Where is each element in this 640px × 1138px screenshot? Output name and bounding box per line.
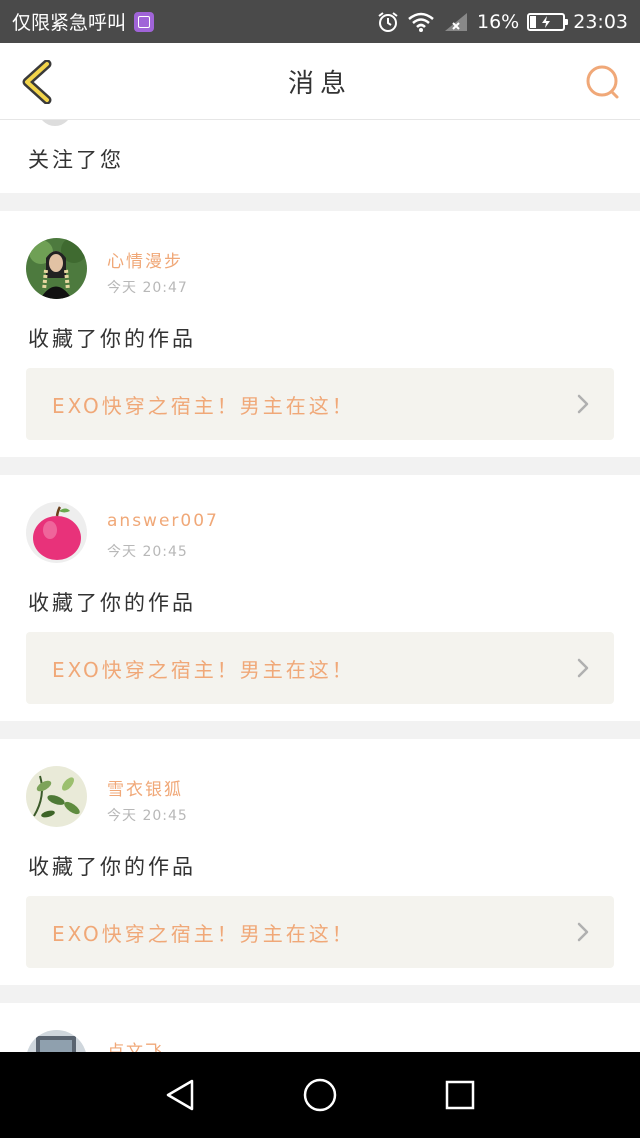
avatar[interactable]	[26, 502, 87, 563]
circle-home-icon	[303, 1078, 337, 1112]
battery-icon	[527, 12, 569, 31]
status-right: 16% 23:03	[377, 11, 628, 33]
message-action: 收藏了你的作品	[28, 327, 196, 351]
status-left: 仅限紧急呼叫	[12, 8, 155, 35]
work-title: EXO快穿之宿主！男主在这！	[52, 393, 355, 418]
message-action: 收藏了你的作品	[28, 855, 196, 879]
message-action: 收藏了你的作品	[28, 591, 196, 615]
nav-home-button[interactable]	[290, 1065, 350, 1125]
chevron-right-icon	[577, 394, 589, 414]
nav-back-button[interactable]	[150, 1065, 210, 1125]
chevron-right-icon	[577, 922, 589, 942]
timestamp: 今天 20:47	[107, 280, 188, 296]
message-card-partial-bottom[interactable]: 卢文飞	[0, 1003, 640, 1052]
clock: 23:03	[573, 10, 628, 33]
triangle-back-icon	[166, 1079, 194, 1111]
navigation-bar	[0, 1052, 640, 1138]
divider	[0, 985, 640, 1003]
divider	[0, 193, 640, 211]
search-button[interactable]	[580, 59, 626, 105]
gallery-notification-icon	[134, 11, 155, 32]
avatar	[38, 120, 72, 126]
avatar[interactable]	[26, 238, 87, 299]
username[interactable]: 卢文飞	[107, 1037, 164, 1052]
timestamp: 今天 20:45	[107, 808, 188, 824]
work-title: EXO快穿之宿主！男主在这！	[52, 921, 355, 946]
wifi-icon	[407, 11, 435, 33]
message-card[interactable]: 心情漫步 今天 20:47 收藏了你的作品 EXO快穿之宿主！男主在这！	[0, 211, 640, 457]
chevron-left-icon	[22, 60, 52, 104]
signal-icon	[443, 11, 469, 33]
divider	[0, 457, 640, 475]
header: 消息	[0, 43, 640, 120]
status-bar: 仅限紧急呼叫 16% 23:03	[0, 0, 640, 43]
carrier-text: 仅限紧急呼叫	[12, 12, 127, 34]
username[interactable]: 心情漫步	[107, 247, 183, 272]
battery-percent: 16%	[477, 10, 520, 33]
message-card[interactable]: 雪衣银狐 今天 20:45 收藏了你的作品 EXO快穿之宿主！男主在这！	[0, 739, 640, 985]
username[interactable]: answer007	[107, 511, 219, 531]
nav-recents-button[interactable]	[430, 1065, 490, 1125]
message-card-partial-top[interactable]: 关注了您	[0, 120, 640, 193]
work-title: EXO快穿之宿主！男主在这！	[52, 657, 355, 682]
search-icon	[586, 65, 619, 99]
work-link[interactable]: EXO快穿之宿主！男主在这！	[26, 632, 614, 704]
alarm-icon	[377, 11, 399, 33]
work-link[interactable]: EXO快穿之宿主！男主在这！	[26, 896, 614, 968]
avatar[interactable]	[26, 1030, 87, 1052]
back-button[interactable]	[14, 57, 60, 107]
message-action: 关注了您	[28, 148, 124, 172]
message-card[interactable]: answer007 今天 20:45 收藏了你的作品 EXO快穿之宿主！男主在这…	[0, 475, 640, 721]
work-link[interactable]: EXO快穿之宿主！男主在这！	[26, 368, 614, 440]
square-recents-icon	[445, 1080, 475, 1110]
page-title: 消息	[287, 68, 352, 99]
divider	[0, 721, 640, 739]
avatar[interactable]	[26, 766, 87, 827]
chevron-right-icon	[577, 658, 589, 678]
username[interactable]: 雪衣银狐	[107, 775, 183, 800]
timestamp: 今天 20:45	[107, 544, 188, 560]
message-list[interactable]: 关注了您 心情漫步 今天 20:47 收藏了你的作品 EXO快穿之宿主！男主在这…	[0, 120, 640, 1052]
battery-level	[530, 15, 536, 28]
